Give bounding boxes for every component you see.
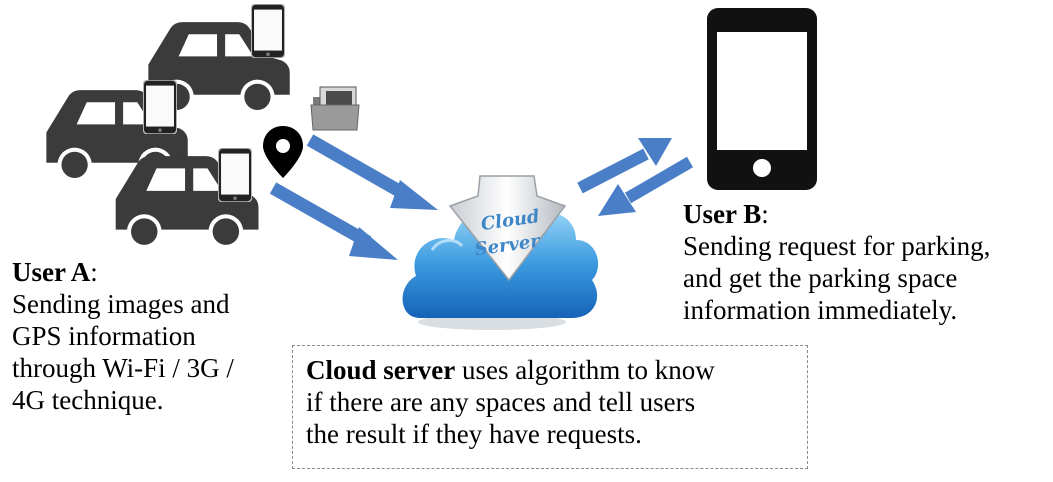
smartphone-icon	[143, 80, 177, 134]
server-description-line: uses algorithm to know	[455, 355, 715, 385]
user-b-line: Sending request for parking,	[683, 231, 991, 261]
user-b-line: information immediately.	[683, 295, 958, 325]
user-a-description: User A: Sending images and GPS informati…	[12, 257, 234, 415]
user-b-description: User B: Sending request for parking, and…	[683, 199, 991, 325]
arrow-icon	[269, 182, 398, 260]
user-b-line: and get the parking space	[683, 263, 958, 293]
user-b-title: User B	[683, 199, 762, 229]
photo-folder-icon	[310, 86, 360, 131]
user-a-title: User A	[12, 257, 91, 287]
user-a-line: through Wi-Fi / 3G /	[12, 353, 234, 383]
smartphone-icon	[251, 4, 285, 58]
arrow-icon	[306, 134, 438, 210]
user-a-line: GPS information	[12, 321, 196, 351]
location-pin-icon	[263, 126, 303, 178]
server-description-line: if there are any spaces and tell users	[306, 387, 696, 417]
server-description-bold: Cloud server	[306, 355, 456, 385]
smartphone-icon	[707, 8, 817, 190]
cloud-server-icon: Cloud Server	[402, 175, 599, 330]
server-description: Cloud server uses algorithm to know if t…	[306, 354, 715, 450]
smartphone-icon	[218, 148, 252, 202]
user-a-line: Sending images and	[12, 289, 230, 319]
server-description-line: the result if they have requests.	[306, 419, 642, 449]
user-a-line: 4G technique.	[12, 385, 164, 415]
